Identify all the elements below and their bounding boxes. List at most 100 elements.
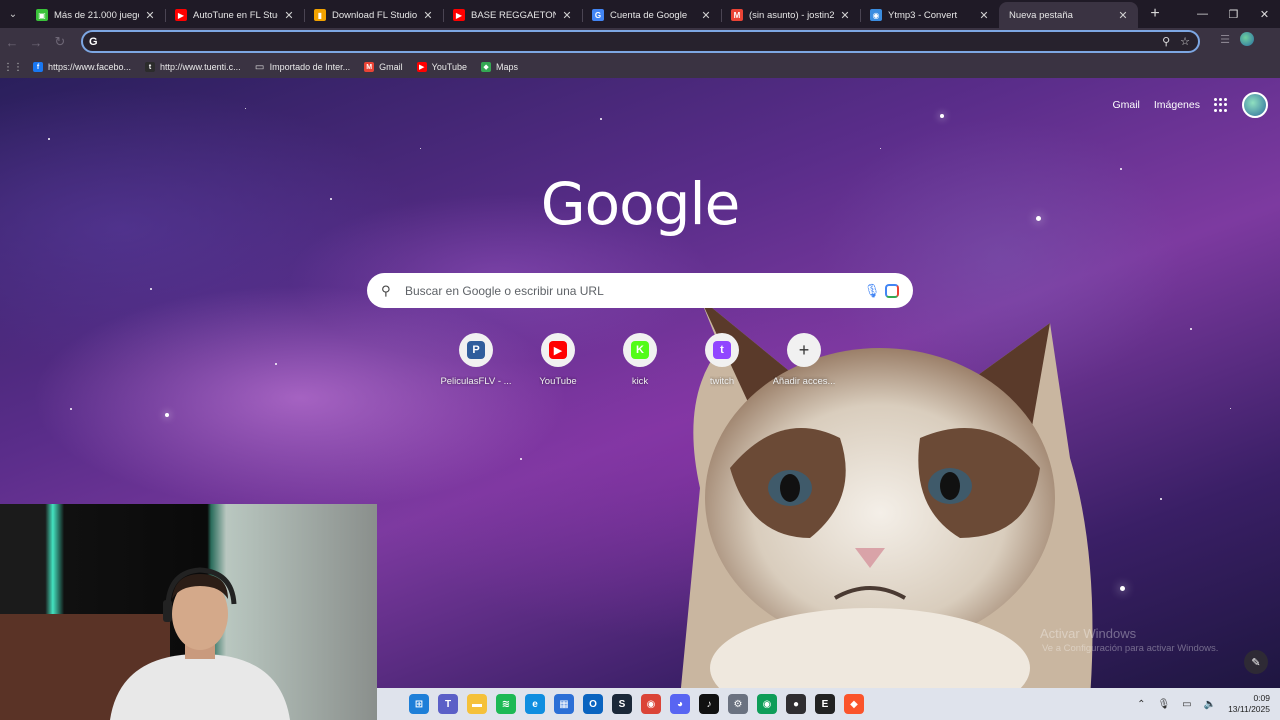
activate-title: Activar Windows [1040,626,1137,641]
ntp-top-links: Gmail Imágenes [1112,92,1268,118]
file-explorer-icon[interactable]: ▬ [467,694,487,714]
shortcut-icon: ▶ [541,333,575,367]
spotify-icon[interactable]: ≋ [496,694,516,714]
chrome-icon[interactable]: ◉ [641,694,661,714]
shortcut-icon: t [705,333,739,367]
teams-icon[interactable]: T [438,694,458,714]
tab-favicon-icon: ▣ [36,9,48,21]
tab-close-icon[interactable]: ✕ [977,9,991,22]
bookmark-star-icon[interactable]: ☆ [1180,35,1190,48]
bookmark-item[interactable]: ◆ Maps [474,62,525,72]
bookmark-item[interactable]: t http://www.tuenti.c... [138,62,248,72]
streamer-video [0,567,290,720]
zoom-icon[interactable]: ⚲ [1162,35,1170,48]
brave-icon[interactable]: ◆ [844,694,864,714]
customize-pencil-icon[interactable]: ✎ [1244,650,1268,674]
shortcut-tile[interactable]: Kkick [599,333,681,387]
store-icon[interactable]: ▦ [554,694,574,714]
shortcut-label: Añadir acces... [772,376,836,387]
shortcut-tile[interactable]: P PeliculasFLV - ... [435,333,517,387]
shortcut-glyph: K [631,341,649,359]
tab-close-icon[interactable]: ✕ [282,9,296,22]
tab-favicon-icon: ▮ [314,9,326,21]
tab-close-icon[interactable]: ✕ [560,9,574,22]
browser-tab[interactable]: ◉ Ytmp3 - Convert ✕ [860,2,999,28]
browser-tab[interactable]: Nueva pestaña ✕ [999,2,1138,28]
shortcut-label: YouTube [539,376,577,387]
bookmark-item[interactable]: f https://www.facebo... [26,62,138,72]
reload-icon[interactable]: ↻ [48,34,72,50]
browser-tab[interactable]: G Cuenta de Google ✕ [582,2,721,28]
reading-list-icon[interactable]: ☰ [1220,33,1230,46]
tab-title: AutoTune en FL Studio (Pl [193,9,278,21]
tab-close-icon[interactable]: ✕ [699,9,713,22]
shortcut-tiles: P PeliculasFLV - ... ▶ YouTube Kkick t twitch +… [435,333,845,387]
bookmark-label: Gmail [379,62,403,72]
shortcut-tile[interactable]: ▶ YouTube [517,333,599,387]
bookmark-item[interactable]: ▭ Importado de Inter... [248,62,358,73]
microphone-tray-icon[interactable]: 🎙 [1157,699,1170,710]
shortcut-tile[interactable]: t twitch [681,333,763,387]
tab-close-icon[interactable]: ✕ [143,9,157,22]
back-icon[interactable]: ← [0,35,24,50]
minimize-icon[interactable]: — [1187,0,1218,28]
omnibox[interactable]: G ⚲ ☆ [81,30,1200,53]
bookmarks-bar: ⋮⋮ f https://www.facebo... t http://www.tue… [0,56,1280,78]
bookmark-favicon-icon: ▶ [416,62,427,72]
clock-time: 0:09 [1253,693,1270,703]
tab-search-button[interactable]: ⌄ [0,0,26,28]
tab-close-icon[interactable]: ✕ [421,9,435,22]
new-tab-button[interactable]: + [1142,5,1168,23]
toolbar-right: ☰ [1220,32,1254,46]
omnibox-input[interactable] [101,32,1163,51]
account-avatar[interactable] [1242,92,1268,118]
images-link[interactable]: Imágenes [1154,99,1200,111]
tab-close-icon[interactable]: ✕ [838,9,852,22]
tab-close-icon[interactable]: ✕ [1116,9,1130,22]
tab-title: Ytmp3 - Convert [888,9,958,21]
windows-taskbar: ⊞ T ▬ ≋ e ▦ O S ◉ ◕ ♪ ⚙ ◉ ● E ◆ ⌃ 🎙 ▭ 🔈 0:09 13/11/2025 [377,688,1280,720]
bookmark-item[interactable]: M Gmail [357,62,410,72]
shortcut-tile[interactable]: + Añadir acces... [763,333,845,387]
epic-games-icon[interactable]: E [815,694,835,714]
profile-avatar[interactable] [1240,32,1254,46]
taskbar-apps: ⊞ T ▬ ≋ e ▦ O S ◉ ◕ ♪ ⚙ ◉ ● E ◆ [409,688,864,720]
tab-favicon-icon: ▶ [175,9,187,21]
google-lens-icon[interactable] [885,283,899,298]
shortcut-icon: P [459,333,493,367]
settings-icon[interactable]: ⚙ [728,694,748,714]
google-apps-icon[interactable] [1214,98,1228,112]
obs-icon[interactable]: ● [786,694,806,714]
network-icon[interactable]: ▭ [1182,699,1191,710]
browser-tab[interactable]: ▣ Más de 21.000 juegos de ✕ [26,2,165,28]
gmail-link[interactable]: Gmail [1112,99,1139,111]
shortcut-glyph: + [798,339,810,360]
windows-start-icon[interactable]: ⊞ [409,694,429,714]
browser-tab[interactable]: ▶ BASE REGGAETON USO L ✕ [443,2,582,28]
close-window-icon[interactable]: ✕ [1249,0,1280,28]
clock[interactable]: 0:09 13/11/2025 [1228,693,1270,715]
tabs: ▣ Más de 21.000 juegos de ✕ ▶ AutoTune en FL… [26,0,1138,28]
forward-icon[interactable]: → [24,35,48,50]
browser-tab[interactable]: ▶ AutoTune en FL Studio (Pl ✕ [165,2,304,28]
tiktok-icon[interactable]: ♪ [699,694,719,714]
chevron-up-icon[interactable]: ⌃ [1137,699,1145,710]
restore-icon[interactable]: ❐ [1218,0,1249,28]
browser-tab[interactable]: M (sin asunto) - jostin2000 ✕ [721,2,860,28]
chrome-active-icon[interactable]: ◉ [757,694,777,714]
system-tray: ⌃ 🎙 ▭ 🔈 0:09 13/11/2025 [1137,688,1270,720]
browser-tab[interactable]: ▮ Download FL Studio | Full ✕ [304,2,443,28]
microphone-icon[interactable]: 🎙 [859,283,885,299]
outlook-icon[interactable]: O [583,694,603,714]
discord-icon[interactable]: ◕ [670,694,690,714]
ntp-search-input[interactable] [403,283,859,298]
window-controls: — ❐ ✕ [1187,0,1280,28]
ntp-search-box[interactable]: ⚲ 🎙 [367,273,913,308]
volume-icon[interactable]: 🔈 [1204,699,1216,710]
edge-icon[interactable]: e [525,694,545,714]
apps-icon[interactable]: ⋮⋮ [0,62,26,73]
steam-icon[interactable]: S [612,694,632,714]
shortcut-label: twitch [709,376,735,387]
bookmark-item[interactable]: ▶ YouTube [410,62,474,72]
activate-subtitle: Ve a Configuración para activar Windows. [1042,643,1219,654]
